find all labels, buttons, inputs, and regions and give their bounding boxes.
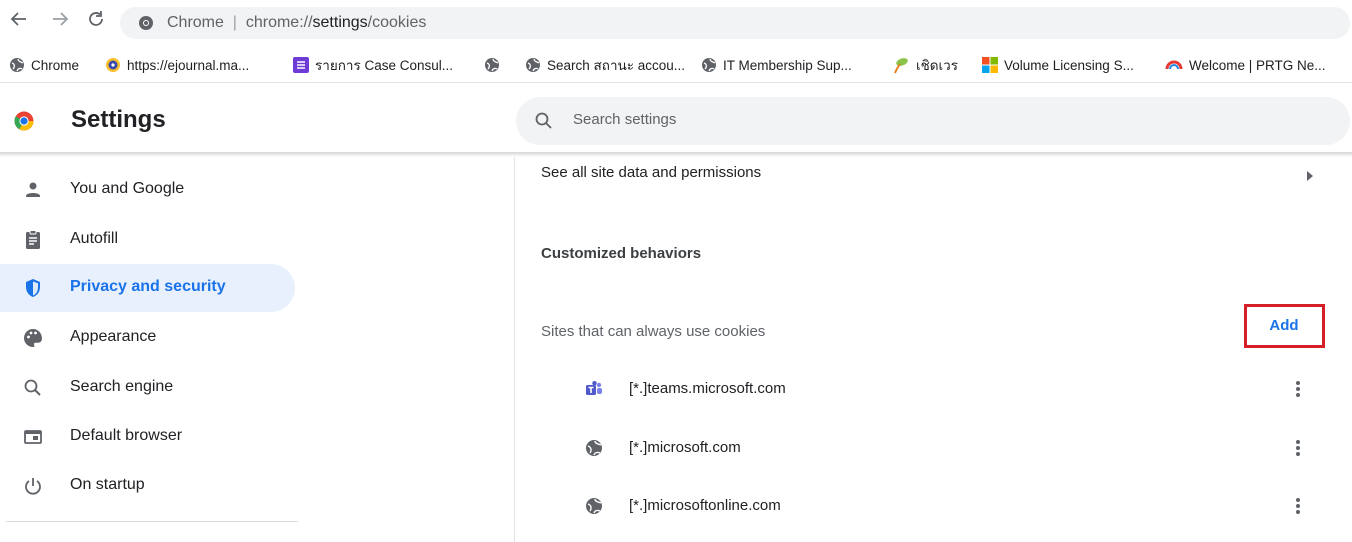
page-title: Settings	[71, 106, 166, 133]
url-path: /cookies	[367, 14, 427, 31]
browser-window-icon	[22, 426, 44, 448]
palette-icon	[22, 327, 44, 349]
site-label: [*.]microsoft.com	[629, 439, 741, 456]
add-site-button[interactable]: Add	[1256, 313, 1312, 339]
list-icon	[293, 57, 309, 73]
forward-arrow-icon[interactable]	[48, 9, 72, 33]
always-allow-cookies-label: Sites that can always use cookies	[541, 323, 766, 340]
bookmark-label: Chrome	[31, 57, 80, 73]
globe-icon	[702, 58, 716, 72]
sidebar-item-privacy-and-security[interactable]: Privacy and security	[0, 264, 295, 312]
sidebar-item-appearance[interactable]: Appearance	[0, 314, 295, 362]
teams-icon	[585, 380, 603, 398]
url-scheme: chrome://	[245, 14, 313, 31]
site-row: [*.]microsoftonline.com	[570, 489, 1320, 523]
search-icon	[22, 377, 44, 399]
bookmark-chrome[interactable]: Chrome	[9, 55, 79, 75]
globe-icon	[585, 439, 603, 457]
settings-header: Settings Search settings	[0, 90, 1352, 152]
see-all-site-data-row[interactable]: See all site data and permissions	[540, 160, 1330, 186]
power-icon	[22, 475, 44, 497]
person-icon	[22, 179, 44, 201]
sidebar-item-you-and-google[interactable]: You and Google	[0, 166, 295, 214]
sidebar-item-default-browser[interactable]: Default browser	[0, 413, 295, 461]
sidebar-item-search-engine[interactable]: Search engine	[0, 364, 295, 412]
header-shadow	[0, 152, 1352, 157]
prtg-icon	[1165, 60, 1183, 70]
bookmark-case-consult[interactable]: รายการ Case Consul...	[293, 55, 453, 75]
chevron-right-icon	[1306, 168, 1314, 186]
address-bar[interactable]: Chrome | chrome://settings/cookies	[120, 7, 1350, 39]
site-label: [*.]teams.microsoft.com	[629, 380, 786, 397]
url-text[interactable]: Chrome | chrome://settings/cookies	[167, 14, 426, 32]
url-host: settings	[312, 14, 368, 31]
sidebar-item-label: Search engine	[70, 378, 174, 395]
sidebar-item-label: Default browser	[70, 427, 183, 444]
browser-toolbar: Chrome | chrome://settings/cookies	[0, 0, 1352, 46]
bookmark-cherdwen[interactable]: เชิดเวร	[892, 55, 958, 75]
sidebar-item-on-startup[interactable]: On startup	[0, 462, 295, 510]
clipboard-icon	[22, 229, 44, 251]
more-actions-icon[interactable]	[1290, 438, 1306, 460]
chrome-logo-icon	[14, 111, 34, 136]
search-settings-field[interactable]: Search settings	[516, 97, 1350, 145]
bookmark-label: Volume Licensing S...	[1004, 57, 1134, 73]
sidebar-item-label: Appearance	[70, 328, 157, 345]
more-actions-icon[interactable]	[1290, 379, 1306, 401]
globe-icon	[10, 58, 24, 72]
globe-icon	[485, 58, 499, 72]
sidebar-item-label: You and Google	[70, 180, 185, 197]
microsoft-logo-icon	[982, 57, 998, 73]
url-separator: |	[232, 14, 237, 31]
bookmark-search-account[interactable]: Search สถานะ accou...	[525, 55, 685, 75]
bookmarks-bar: Chrome https://ejournal.ma... รายการ Cas…	[0, 48, 1352, 83]
shield-icon	[22, 277, 44, 299]
search-icon	[534, 111, 554, 136]
bookmark-label: รายการ Case Consul...	[315, 58, 454, 73]
globe-icon	[526, 58, 540, 72]
bookmark-label: เชิดเวร	[916, 58, 958, 73]
ejournal-icon	[106, 58, 120, 72]
site-row: [*.]teams.microsoft.com	[570, 372, 1320, 406]
customized-behaviors-heading: Customized behaviors	[541, 245, 702, 262]
sidebar-item-autofill[interactable]: Autofill	[0, 216, 295, 264]
bookmark-globe[interactable]	[484, 55, 506, 75]
reload-icon[interactable]	[84, 9, 108, 33]
bookmark-label: Search สถานะ accou...	[547, 58, 686, 73]
bookmark-label: https://ejournal.ma...	[127, 57, 250, 73]
search-input[interactable]: Search settings	[573, 111, 676, 128]
sidebar-item-label: On startup	[70, 476, 145, 493]
bookmark-prtg[interactable]: Welcome | PRTG Ne...	[1165, 55, 1326, 75]
globe-icon	[585, 497, 603, 515]
see-all-site-data-label: See all site data and permissions	[541, 164, 762, 181]
leaf-icon	[894, 58, 908, 74]
bookmark-label: IT Membership Sup...	[723, 57, 852, 73]
site-row: [*.]microsoft.com	[570, 431, 1320, 465]
sidebar-item-label: Autofill	[70, 230, 119, 247]
site-label: Chrome	[167, 14, 224, 31]
back-arrow-icon[interactable]	[7, 9, 31, 33]
sidebar-divider	[6, 521, 298, 522]
content-edge	[514, 157, 515, 542]
bookmark-ejournal[interactable]: https://ejournal.ma...	[105, 55, 249, 75]
bookmark-volume-licensing[interactable]: Volume Licensing S...	[982, 55, 1134, 75]
more-actions-icon[interactable]	[1290, 496, 1306, 518]
bookmark-label: Welcome | PRTG Ne...	[1189, 57, 1326, 73]
site-label: [*.]microsoftonline.com	[629, 497, 781, 514]
sidebar-item-label: Privacy and security	[70, 278, 226, 295]
bookmark-it-membership[interactable]: IT Membership Sup...	[701, 55, 852, 75]
chrome-site-icon	[138, 15, 154, 31]
